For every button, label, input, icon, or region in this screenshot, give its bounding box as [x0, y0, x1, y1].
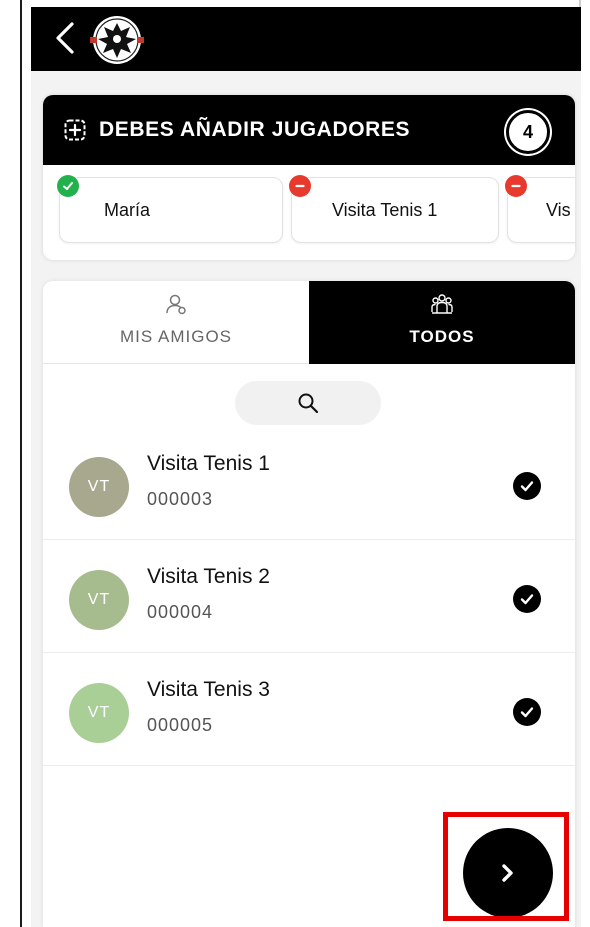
avatar: VT — [69, 570, 129, 630]
tab-label: MIS AMIGOS — [119, 327, 233, 346]
member-name: Visita Tenis 2 — [147, 565, 270, 588]
member-code: 000003 — [147, 489, 214, 509]
player-chip-label: María — [104, 200, 151, 220]
member-name: Visita Tenis 3 — [147, 678, 270, 701]
member-row[interactable]: VT Visita Tenis 3 000005 — [43, 653, 575, 766]
check-circle-icon[interactable] — [513, 698, 541, 726]
tab-label: TODOS — [409, 327, 475, 346]
check-circle-icon[interactable] — [513, 585, 541, 613]
club-logo — [86, 15, 148, 65]
player-chip-label: Vis — [546, 200, 571, 220]
member-row[interactable]: VT Visita Tenis 1 000003 — [43, 427, 575, 540]
selected-players-chips: María Visita Tenis 1 Vis — [43, 165, 575, 260]
player-chip[interactable]: María — [57, 175, 283, 243]
search-button[interactable] — [235, 381, 381, 425]
added-status-icon — [57, 175, 79, 197]
remove-player-icon[interactable] — [505, 175, 527, 197]
players-header: DEBES AÑADIR JUGADORES 4 — [43, 95, 575, 165]
player-chip[interactable]: Visita Tenis 1 — [289, 175, 499, 243]
group-icon — [431, 294, 453, 314]
person-outline-icon — [166, 294, 186, 315]
search-icon — [298, 393, 319, 414]
member-name: Visita Tenis 1 — [147, 452, 270, 475]
check-circle-icon[interactable] — [513, 472, 541, 500]
avatar: VT — [69, 457, 129, 517]
player-chip-label: Visita Tenis 1 — [332, 200, 438, 220]
chevron-right-icon — [502, 864, 513, 882]
avatar: VT — [69, 683, 129, 743]
remove-player-icon[interactable] — [289, 175, 311, 197]
player-chip[interactable]: Vis — [505, 175, 575, 243]
tab-mis-amigos[interactable]: MIS AMIGOS — [43, 281, 309, 364]
players-title: DEBES AÑADIR JUGADORES — [99, 118, 411, 141]
chevron-left-icon — [56, 22, 74, 54]
players-count-badge: 4 — [506, 110, 550, 154]
next-button[interactable] — [463, 828, 553, 918]
tab-todos[interactable]: TODOS — [309, 281, 575, 364]
add-square-icon — [64, 119, 86, 141]
players-card: DEBES AÑADIR JUGADORES 4 María Visita Te… — [43, 95, 575, 260]
member-code: 000005 — [147, 715, 214, 735]
member-code: 000004 — [147, 602, 214, 622]
back-button[interactable] — [50, 18, 80, 58]
member-row[interactable]: VT Visita Tenis 2 000004 — [43, 540, 575, 653]
